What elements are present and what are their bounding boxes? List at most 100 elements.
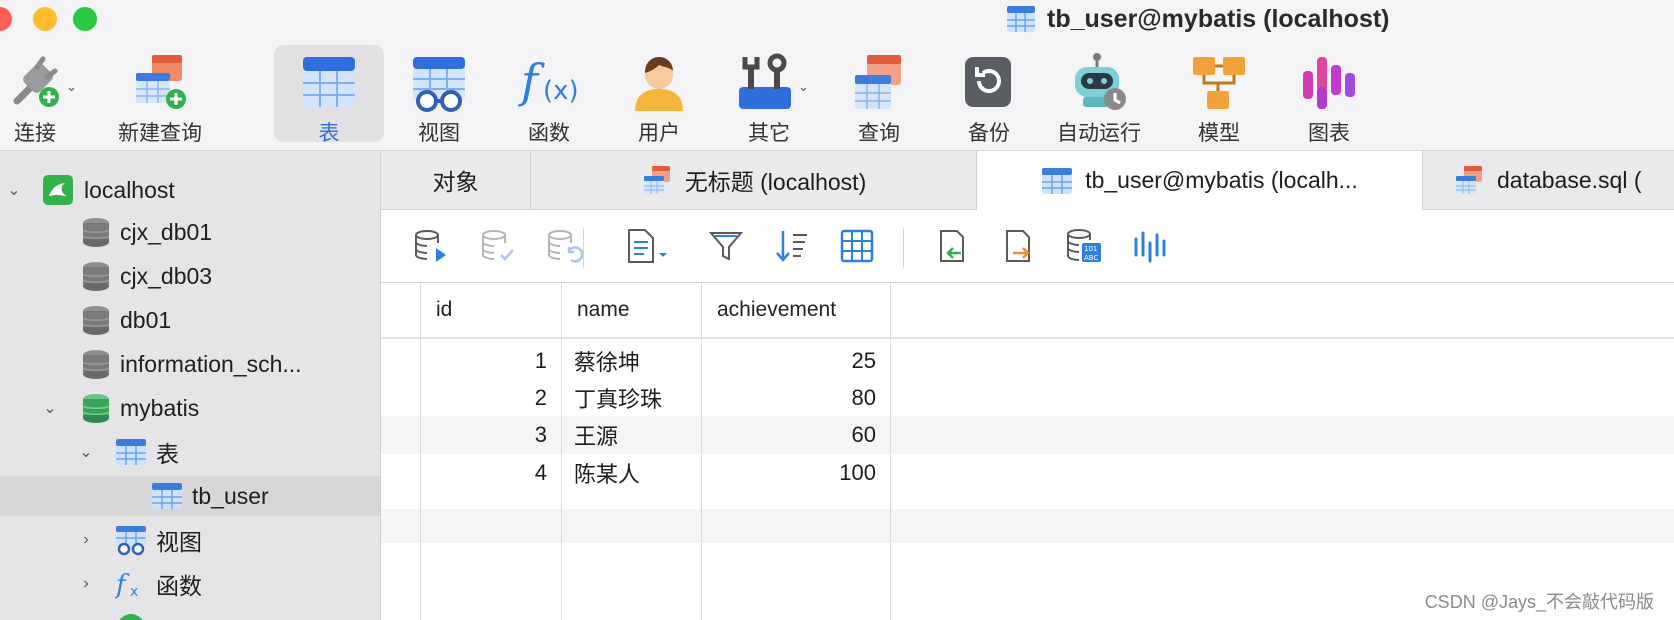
user-button[interactable]: 用户 (604, 45, 714, 145)
cell-name[interactable]: 蔡徐坤 (561, 342, 701, 380)
close-window-button[interactable] (0, 7, 12, 31)
database-item-cjx-db03[interactable]: cjx_db03 (0, 256, 380, 296)
cell-achievement[interactable]: 100 (701, 454, 890, 492)
zoom-window-button[interactable] (73, 7, 97, 31)
automation-button[interactable]: 自动运行 (1044, 45, 1154, 145)
column-header-id[interactable]: id (420, 283, 560, 337)
database-icon (80, 348, 112, 380)
table-row[interactable]: 1 蔡徐坤 25 (381, 342, 1674, 380)
other-button[interactable]: ⌄ 其它 (714, 45, 824, 145)
export-button[interactable] (999, 227, 1037, 265)
cell-name[interactable]: 丁真珍珠 (561, 379, 701, 417)
table-row[interactable]: 2 丁真珍珠 80 (381, 379, 1674, 417)
table-button[interactable]: 表 (274, 45, 384, 145)
import-button[interactable] (933, 227, 971, 265)
column-divider[interactable] (561, 283, 562, 620)
chevron-down-icon[interactable]: ⌄ (4, 180, 24, 200)
event-icon (115, 612, 147, 620)
database-item-mybatis[interactable]: ⌄ mybatis (0, 388, 380, 428)
database-item-cjx-db01[interactable]: cjx_db01 (0, 212, 380, 252)
sort-button[interactable] (773, 227, 811, 265)
grid-header: id name achievement (381, 283, 1674, 339)
functions-group[interactable]: › fx 函数 (0, 564, 380, 604)
mysql-connection-icon (42, 174, 74, 206)
document-icon (628, 229, 667, 263)
cell-id[interactable]: 4 (420, 454, 561, 492)
database-item-db01[interactable]: db01 (0, 300, 380, 340)
backup-button[interactable]: 备份 (934, 45, 1044, 145)
other-label: 其它 (748, 122, 790, 145)
column-header-achievement[interactable]: achievement (701, 283, 889, 337)
cell-name[interactable]: 王源 (561, 416, 701, 454)
column-divider[interactable] (890, 283, 891, 620)
view-button[interactable]: 视图 (384, 45, 494, 145)
tab-database-sql[interactable]: database.sql ( (1423, 151, 1674, 209)
cell-achievement[interactable]: 80 (701, 379, 890, 417)
text-view-button[interactable] (625, 227, 675, 265)
connection-localhost[interactable]: ⌄ localhost (0, 170, 380, 210)
new-query-button[interactable]: 新建查询 (98, 45, 222, 145)
views-label: 视图 (156, 529, 202, 555)
chevron-right-icon[interactable]: › (76, 574, 96, 594)
query-button[interactable]: 查询 (824, 45, 934, 145)
minimize-window-button[interactable] (33, 7, 57, 31)
tab-label: database.sql ( (1497, 166, 1642, 193)
table-icon (1041, 165, 1073, 197)
tab-untitled-query[interactable]: 无标题 (localhost) (531, 151, 977, 209)
view-label: 视图 (418, 122, 460, 145)
export-icon (1006, 230, 1030, 262)
column-header-name[interactable]: name (561, 283, 700, 337)
table-icon (1005, 3, 1037, 35)
tables-group[interactable]: ⌄ 表 (0, 432, 380, 472)
table-icon (297, 51, 361, 115)
database-item-information-schema[interactable]: information_sch... (0, 344, 380, 384)
commit-button[interactable] (479, 227, 517, 265)
cell-id[interactable]: 1 (420, 342, 561, 380)
svg-text:x: x (130, 584, 138, 600)
database-label: information_sch... (120, 350, 302, 377)
table-row[interactable]: 3 王源 60 (381, 416, 1674, 454)
cell-achievement[interactable]: 60 (701, 416, 890, 454)
table-item-tb-user[interactable]: tb_user (0, 476, 380, 516)
svg-text:ABC: ABC (1084, 254, 1098, 262)
watermark: CSDN @Jays_不会敲代码版 (1424, 592, 1654, 612)
events-group-partial[interactable] (0, 608, 380, 620)
views-group[interactable]: › 视图 (0, 520, 380, 560)
database-icon (80, 216, 112, 248)
grid-view-button[interactable] (838, 227, 876, 265)
tab-objects[interactable]: 对象 (381, 151, 531, 209)
begin-transaction-button[interactable] (412, 227, 450, 265)
column-divider[interactable] (701, 283, 702, 620)
connect-button[interactable]: ⌄ 连接 (0, 45, 90, 145)
chart-button[interactable]: 图表 (1274, 45, 1384, 145)
data-grid: id name achievement 1 蔡徐坤 25 2 丁真珍珠 80 3… (381, 283, 1674, 620)
chevron-down-icon[interactable]: ⌄ (40, 398, 60, 418)
chart-label: 图表 (1308, 122, 1350, 145)
filter-icon (708, 232, 744, 261)
chevron-down-icon[interactable]: ⌄ (76, 442, 96, 462)
data-generation-button[interactable]: 101 ABC (1065, 227, 1103, 265)
main-toolbar: ⌄ 连接 新建查询 表 视图 f (x) 函数 用户 ⌄ 其它 查询 备份 自动… (0, 40, 1674, 151)
user-icon (627, 51, 691, 115)
table-row[interactable]: 4 陈某人 100 (381, 454, 1674, 492)
cell-achievement[interactable]: 25 (701, 342, 890, 380)
cell-id[interactable]: 3 (420, 416, 561, 454)
connection-label: localhost (84, 176, 175, 203)
sort-icon (776, 231, 807, 262)
cell-id[interactable]: 2 (420, 379, 561, 417)
function-icon: fx (115, 568, 147, 600)
model-button[interactable]: 模型 (1164, 45, 1274, 145)
cell-name[interactable]: 陈某人 (561, 454, 701, 492)
tab-label: tb_user@mybatis (localh... (1085, 167, 1358, 193)
function-button[interactable]: f (x) 函数 (494, 45, 604, 145)
chart-view-button[interactable] (1131, 227, 1169, 265)
rollback-button[interactable] (545, 227, 583, 265)
tab-tb-user[interactable]: tb_user@mybatis (localh... (977, 151, 1423, 210)
query-icon (847, 51, 911, 115)
chevron-right-icon[interactable]: › (76, 530, 96, 550)
database-label: cjx_db01 (120, 218, 213, 245)
view-icon (407, 51, 471, 115)
column-divider (420, 283, 421, 620)
filter-button[interactable] (707, 227, 745, 265)
functions-label: 函数 (156, 573, 202, 599)
